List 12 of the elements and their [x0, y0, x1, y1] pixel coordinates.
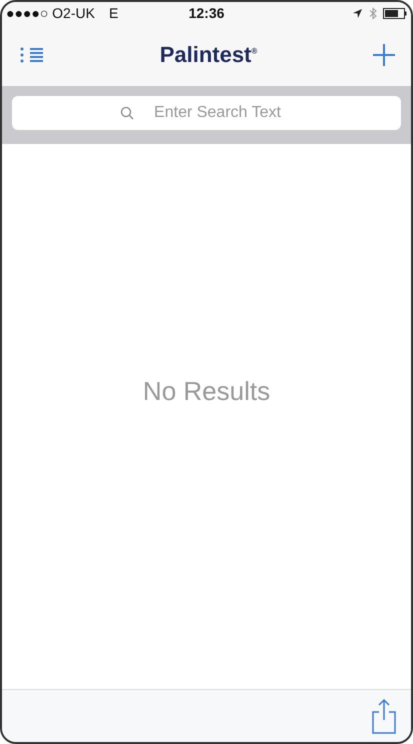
- plus-icon: [372, 44, 395, 66]
- list-icon: [20, 47, 44, 63]
- share-icon: [371, 698, 397, 734]
- carrier-name: ●●●●○ O2-UK: [6, 5, 95, 21]
- status-time: 12:36: [188, 5, 224, 21]
- empty-message: No Results: [142, 376, 270, 407]
- location-arrow-icon: [352, 8, 363, 18]
- battery-icon: [383, 8, 407, 18]
- search-field[interactable]: Enter Search Text: [12, 96, 401, 130]
- bluetooth-icon: [369, 6, 377, 20]
- network-type: E: [108, 5, 118, 21]
- app-title: Palintest$^{®}$: [160, 42, 258, 68]
